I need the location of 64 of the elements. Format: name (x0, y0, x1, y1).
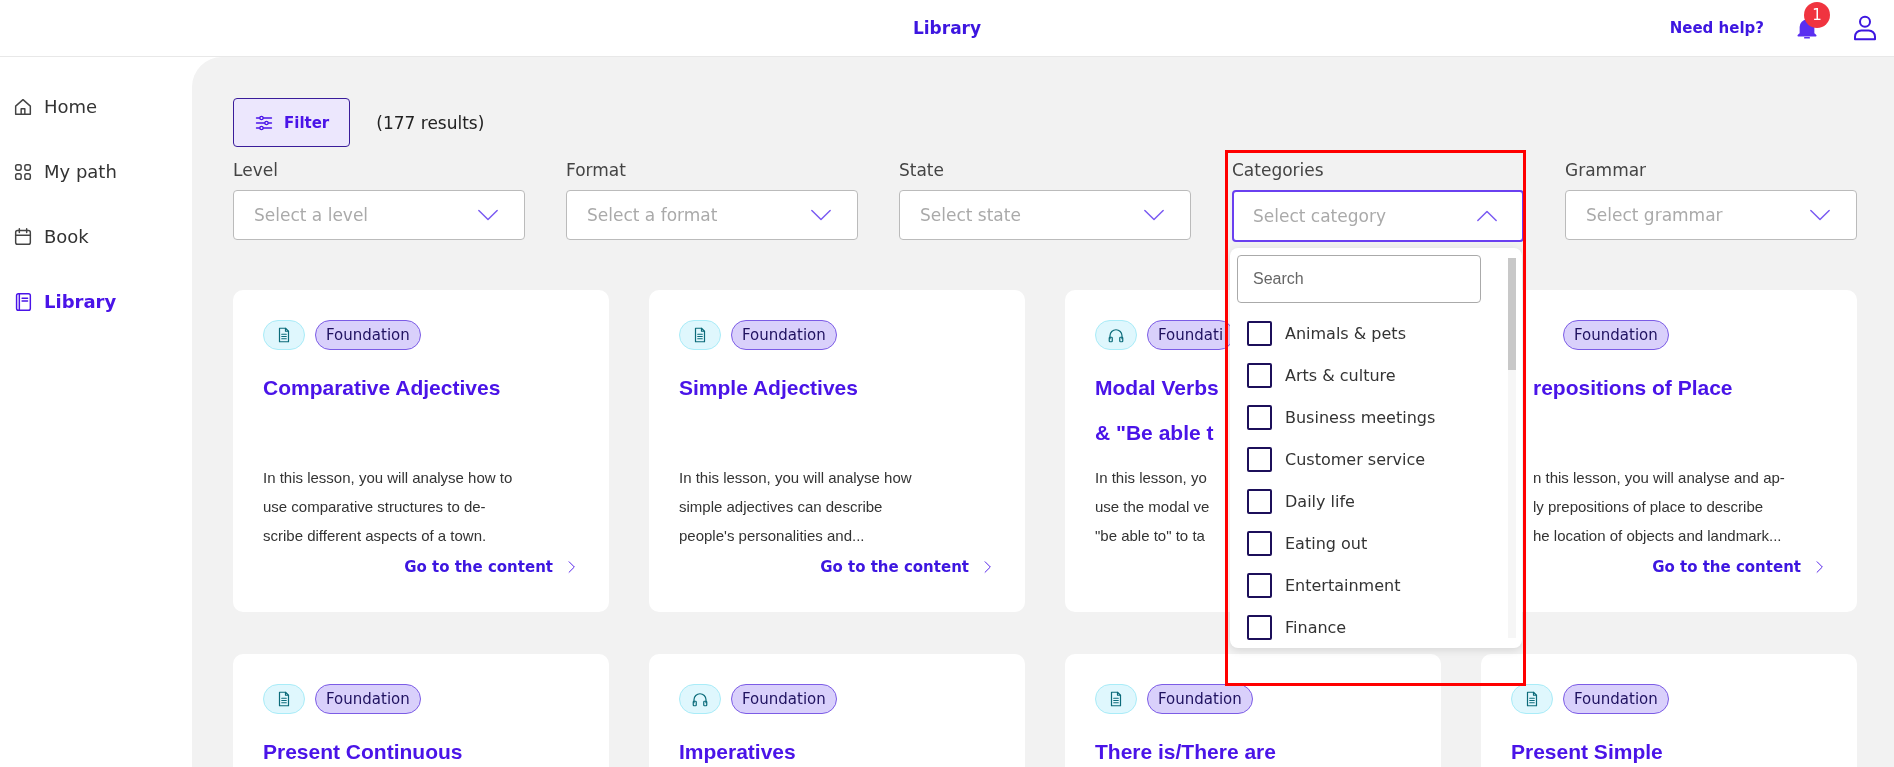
category-option[interactable]: Customer service (1247, 438, 1436, 480)
category-option[interactable]: Arts & culture (1247, 354, 1436, 396)
search-field[interactable]: Search (1237, 255, 1481, 303)
category-option[interactable]: Entertainment (1247, 564, 1436, 606)
category-option[interactable]: Animals & pets (1247, 312, 1436, 354)
lesson-title: Present Simple (1511, 739, 1663, 765)
filter-label: Grammar (1565, 160, 1648, 182)
help-link[interactable]: Need help? (1669, 19, 1764, 37)
lesson-card[interactable]: Foundation Present Simple (1481, 654, 1857, 767)
category-option[interactable]: Eating out (1247, 522, 1436, 564)
results-count: (177 results) (376, 112, 485, 133)
filter-label: State (899, 160, 945, 182)
checkbox[interactable] (1247, 572, 1272, 598)
level-tag: Foundation (731, 684, 837, 714)
level-tag: Foundation (731, 320, 837, 350)
lesson-title: Comparative Adjectives (263, 375, 501, 401)
category-option[interactable]: Finance (1247, 606, 1436, 648)
lesson-title: There is/There are (1095, 739, 1276, 765)
filter-button[interactable]: Filter (233, 98, 351, 147)
level-tag: Foundation (315, 320, 421, 350)
level-tag: Foundation (315, 684, 421, 714)
sidebar-item[interactable]: Book (0, 204, 192, 269)
filter-label: Format (566, 160, 627, 182)
checkbox[interactable] (1247, 446, 1272, 472)
lesson-description: In this lesson, yo use the modal ve "be able to" to ta (1095, 468, 1210, 546)
lesson-description: In this lesson, you will analyse how simple adjectives can describe people's personalities and... (679, 468, 912, 546)
content-link[interactable]: Go to the content (1652, 558, 1827, 576)
notification-badge: 1 (1804, 2, 1830, 28)
checkbox[interactable] (1247, 488, 1272, 514)
checkbox[interactable] (1247, 362, 1272, 388)
sidebar-item[interactable]: My path (0, 139, 192, 204)
lesson-card[interactable]: Foundation Present Continuous (233, 654, 609, 767)
sidebar-item[interactable]: Home (0, 74, 192, 139)
content-link[interactable]: Go to the content (404, 558, 579, 576)
calendar-icon (12, 225, 34, 248)
lesson-card[interactable]: Foundation Imperatives (649, 654, 1025, 767)
headphones-icon (691, 690, 709, 708)
lesson-title: repositions of Place (1533, 375, 1733, 401)
checkbox[interactable] (1247, 320, 1272, 346)
lesson-card[interactable]: Foundation Simple Adjectives In this lesson, you will analyse how simple adjectives can describe people's personalities and... Go to the content (649, 290, 1025, 612)
lesson-title: Simple Adjectives (679, 375, 858, 401)
filter-label: Level (233, 160, 279, 182)
lesson-title: Imperatives (679, 739, 796, 765)
sidebar-item[interactable]: Library (0, 269, 192, 334)
headphones-icon (1107, 326, 1125, 344)
checkbox[interactable] (1247, 404, 1272, 430)
lesson-title: Present Continuous (263, 739, 463, 765)
level-tag: Foundation (1563, 320, 1669, 350)
scrollbar[interactable] (1508, 258, 1516, 638)
category-option[interactable]: Daily life (1247, 480, 1436, 522)
page-title: Library (912, 18, 982, 38)
filter-label: Categories (1232, 160, 1325, 182)
lesson-description: In this lesson, you will analyse how to use comparative structures to de- scribe different aspects of a town. (263, 468, 513, 546)
checkbox[interactable] (1247, 614, 1272, 640)
lesson-card[interactable]: Foundation Comparative Adjectives In this lesson, you will analyse how to use comparative structures to de- scribe different aspects of a town. Go to the content (233, 290, 609, 612)
lesson-card[interactable]: Foundation There is/There are (1065, 654, 1441, 767)
level-tag: Foundation (1563, 684, 1669, 714)
content-link[interactable]: Go to the content (820, 558, 995, 576)
level-tag: Foundation (1147, 684, 1253, 714)
lesson-title: Modal Verbs & "Be able t (1095, 375, 1219, 446)
scrollbar-thumb[interactable] (1508, 258, 1516, 370)
lesson-description: n this lesson, you will analyse and ap- ly prepositions of place to describe he location of objects and landmark... (1533, 468, 1785, 546)
category-option[interactable]: Business meetings (1247, 396, 1436, 438)
checkbox[interactable] (1247, 530, 1272, 556)
